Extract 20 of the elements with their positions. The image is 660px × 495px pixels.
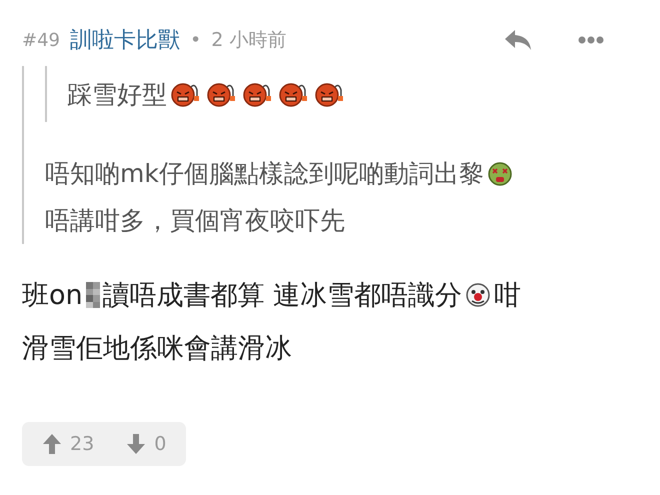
post-time: 2 小時前 [211, 28, 286, 53]
comment-text: 班on [22, 278, 83, 312]
upvote-button[interactable]: 23 [42, 433, 94, 455]
clown-face-icon [465, 282, 492, 308]
username-link[interactable]: 訓啦卡比獸 [70, 25, 180, 55]
separator-dot: • [190, 29, 202, 51]
quote-text: 唔講咁多，買個宵夜咬吓先 [45, 205, 345, 237]
quote-text: 踩雪好型 [67, 78, 167, 110]
down-arrow-icon [126, 433, 146, 455]
censored-icon [86, 282, 100, 308]
sick-face-icon [486, 160, 513, 186]
post-number: #49 [22, 30, 60, 50]
up-arrow-icon [42, 433, 62, 455]
comment-text: 咁 [494, 278, 522, 312]
comment-text: 讀唔成書都算 連冰雪都唔識分 [102, 278, 462, 312]
more-icon[interactable] [578, 36, 604, 44]
reply-icon[interactable] [504, 29, 532, 51]
downvote-button[interactable]: 0 [126, 433, 166, 455]
comment-text: 滑雪佢地係咪會講滑冰 [22, 332, 292, 366]
quote-text: 唔知啲mk仔個腦點樣諗到呢啲動詞出黎 [45, 158, 484, 190]
